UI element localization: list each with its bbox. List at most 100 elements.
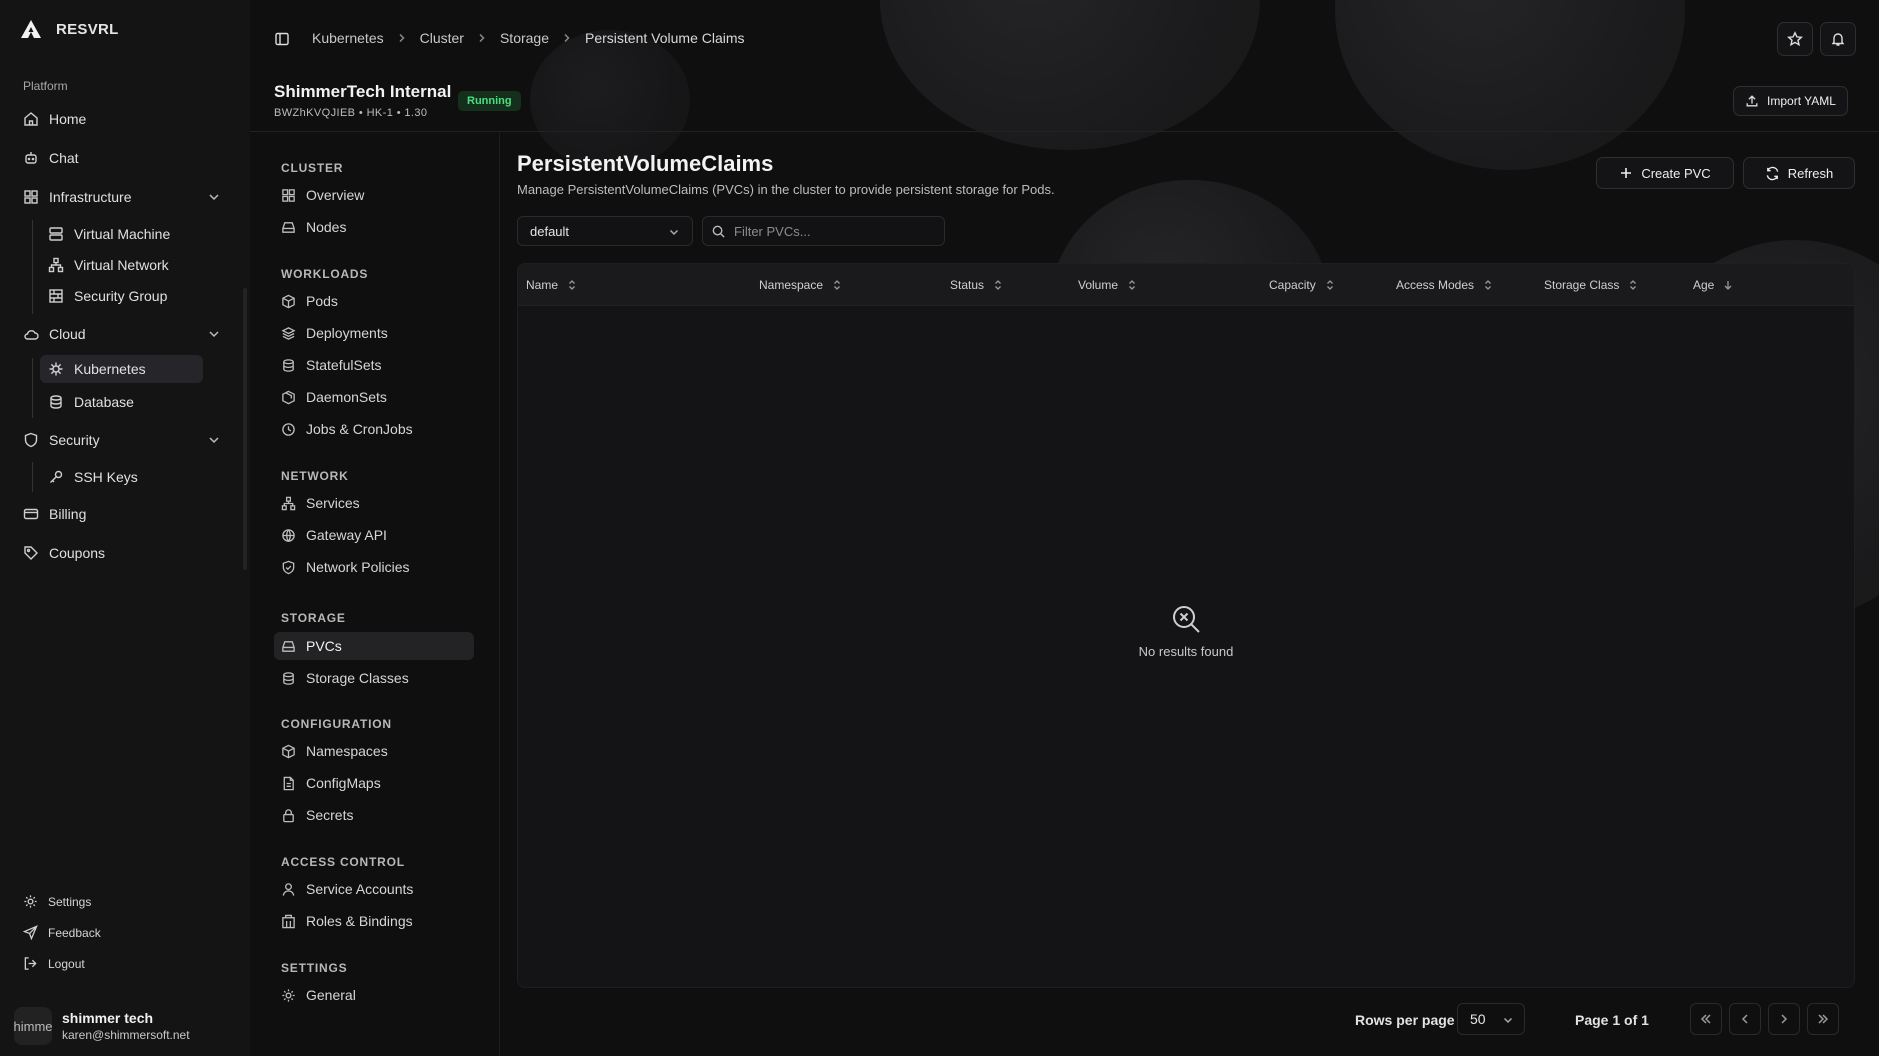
- subnav-item-deployments[interactable]: Deployments: [274, 319, 474, 347]
- sidebar-item-billing[interactable]: Billing: [23, 498, 225, 530]
- sidebar-item-database[interactable]: Database: [48, 386, 225, 418]
- column-header-namespace[interactable]: Namespace: [759, 264, 843, 306]
- sidebar-item-virtual-network[interactable]: Virtual Network: [48, 249, 225, 281]
- namespace-select[interactable]: default: [517, 216, 693, 246]
- sidebar-item-label: Security Group: [74, 288, 168, 304]
- sidebar-section-platform: Platform: [23, 79, 68, 93]
- sidebar-item-ssh-keys[interactable]: SSH Keys: [48, 461, 225, 493]
- subnav-item-label: Services: [306, 495, 360, 511]
- column-header-storage-class[interactable]: Storage Class: [1544, 264, 1639, 306]
- database-icon: [50, 395, 62, 409]
- subnav-item-roles-bindings[interactable]: Roles & Bindings: [274, 907, 474, 935]
- cluster-header: ShimmerTech Internal BWZhKVQJIEB • HK-1 …: [250, 74, 1879, 132]
- column-header-status[interactable]: Status: [950, 264, 1004, 306]
- sidebar-item-security[interactable]: Security: [23, 424, 225, 456]
- sidebar-item-home[interactable]: Home: [23, 103, 225, 135]
- subnav-item-pvcs[interactable]: PVCs: [274, 632, 474, 660]
- subnav-item-gateway-api[interactable]: Gateway API: [274, 521, 474, 549]
- subnav-item-statefulsets[interactable]: StatefulSets: [274, 351, 474, 379]
- sidebar-item-coupons[interactable]: Coupons: [23, 537, 225, 569]
- chevron-right-icon: [479, 33, 485, 43]
- sidebar-item-chat[interactable]: Chat: [23, 142, 225, 174]
- subnav-item-network-policies[interactable]: Network Policies: [274, 553, 474, 581]
- subnav-item-label: General: [306, 987, 356, 1003]
- create-pvc-button[interactable]: Create PVC: [1596, 157, 1734, 189]
- send-icon: [23, 925, 38, 940]
- column-header-access-modes[interactable]: Access Modes: [1396, 264, 1494, 306]
- sidebar-item-security-group[interactable]: Security Group: [48, 280, 225, 312]
- page-subtitle: Manage PersistentVolumeClaims (PVCs) in …: [517, 182, 1055, 197]
- toggle-sidebar-button[interactable]: [264, 22, 300, 56]
- column-label: Storage Class: [1544, 278, 1620, 292]
- subnav-item-secrets[interactable]: Secrets: [274, 801, 474, 829]
- column-header-age[interactable]: Age: [1693, 264, 1734, 306]
- favorite-button[interactable]: [1777, 22, 1813, 56]
- resvrl-logo-icon: [20, 19, 42, 39]
- star-icon: [1787, 31, 1803, 47]
- subnav-item-label: Nodes: [306, 219, 347, 235]
- database-icon: [283, 358, 294, 372]
- next-page-button[interactable]: [1768, 1003, 1800, 1035]
- subnav-item-label: Roles & Bindings: [306, 913, 413, 929]
- last-page-button[interactable]: [1807, 1003, 1839, 1035]
- breadcrumb-storage[interactable]: Storage: [500, 30, 549, 46]
- shield-icon: [24, 432, 38, 448]
- subnav-group-settings: SETTINGS: [281, 961, 348, 975]
- subnav-item-label: DaemonSets: [306, 389, 387, 405]
- column-header-name[interactable]: Name: [526, 264, 578, 306]
- subnav-item-overview[interactable]: Overview: [274, 181, 474, 209]
- sidebar-item-cloud[interactable]: Cloud: [23, 318, 225, 350]
- subnav-item-jobs-cronjobs[interactable]: Jobs & CronJobs: [274, 415, 474, 443]
- brand[interactable]: RESVRL: [20, 19, 119, 39]
- subnav-item-configmaps[interactable]: ConfigMaps: [274, 769, 474, 797]
- breadcrumb-cluster[interactable]: Cluster: [420, 30, 464, 46]
- subnav-group-network: NETWORK: [281, 469, 349, 483]
- column-header-volume[interactable]: Volume: [1078, 264, 1138, 306]
- namespace-select-value: default: [530, 223, 570, 239]
- subnav-item-general[interactable]: General: [274, 981, 474, 1009]
- sidebar-logout-link[interactable]: Logout: [23, 956, 85, 971]
- subnav-item-storage-classes[interactable]: Storage Classes: [274, 664, 474, 692]
- chevron-down-icon: [209, 194, 219, 201]
- app-root: RESVRL Platform Home Chat Infrastructure…: [0, 0, 1879, 1056]
- breadcrumb-kubernetes[interactable]: Kubernetes: [312, 30, 384, 46]
- subnav-item-nodes[interactable]: Nodes: [274, 213, 474, 241]
- first-page-button[interactable]: [1690, 1003, 1722, 1035]
- sidebar-item-kubernetes[interactable]: Kubernetes: [40, 355, 203, 383]
- chevron-right-icon: [399, 33, 405, 43]
- import-yaml-label: Import YAML: [1767, 94, 1836, 108]
- database-icon: [283, 671, 294, 685]
- pvc-table: Name Namespace Status Volume Capacity Ac…: [517, 263, 1855, 988]
- import-yaml-button[interactable]: Import YAML: [1733, 86, 1848, 116]
- sort-icon: [995, 280, 1001, 290]
- sidebar-item-label: Security: [49, 432, 100, 448]
- refresh-button[interactable]: Refresh: [1743, 157, 1855, 189]
- subnav-item-label: PVCs: [306, 638, 342, 654]
- user-profile[interactable]: himme shimmer tech karen@shimmersoft.net: [14, 1007, 190, 1045]
- subnav-item-label: Deployments: [306, 325, 388, 341]
- sort-icon: [1630, 280, 1637, 290]
- sidebar-item-virtual-machine[interactable]: Virtual Machine: [48, 218, 225, 250]
- subnav-item-service-accounts[interactable]: Service Accounts: [274, 875, 474, 903]
- subnav-item-daemonsets[interactable]: DaemonSets: [274, 383, 474, 411]
- subnav-item-namespaces[interactable]: Namespaces: [274, 737, 474, 765]
- sidebar-feedback-link[interactable]: Feedback: [23, 925, 101, 940]
- sidebar-item-label: SSH Keys: [74, 469, 138, 485]
- subnav-item-pods[interactable]: Pods: [274, 287, 474, 315]
- subnav-item-label: Storage Classes: [306, 670, 409, 686]
- notifications-button[interactable]: [1820, 22, 1856, 56]
- column-label: Volume: [1078, 278, 1119, 292]
- previous-page-button[interactable]: [1729, 1003, 1761, 1035]
- sidebar-scrollbar[interactable]: [243, 288, 247, 570]
- filter-pvcs-input[interactable]: [734, 223, 924, 239]
- breadcrumb-current: Persistent Volume Claims: [585, 30, 745, 46]
- rows-per-page-select[interactable]: 50: [1457, 1003, 1525, 1035]
- sidebar-item-infrastructure[interactable]: Infrastructure: [23, 181, 225, 213]
- subnav-item-services[interactable]: Services: [274, 489, 474, 517]
- filter-box[interactable]: [702, 216, 945, 246]
- layers-icon: [281, 326, 296, 340]
- chevron-down-icon: [669, 229, 679, 236]
- column-header-capacity[interactable]: Capacity: [1269, 264, 1336, 306]
- sidebar-toggle-icon: [275, 32, 289, 46]
- sidebar-settings-link[interactable]: Settings: [23, 894, 91, 909]
